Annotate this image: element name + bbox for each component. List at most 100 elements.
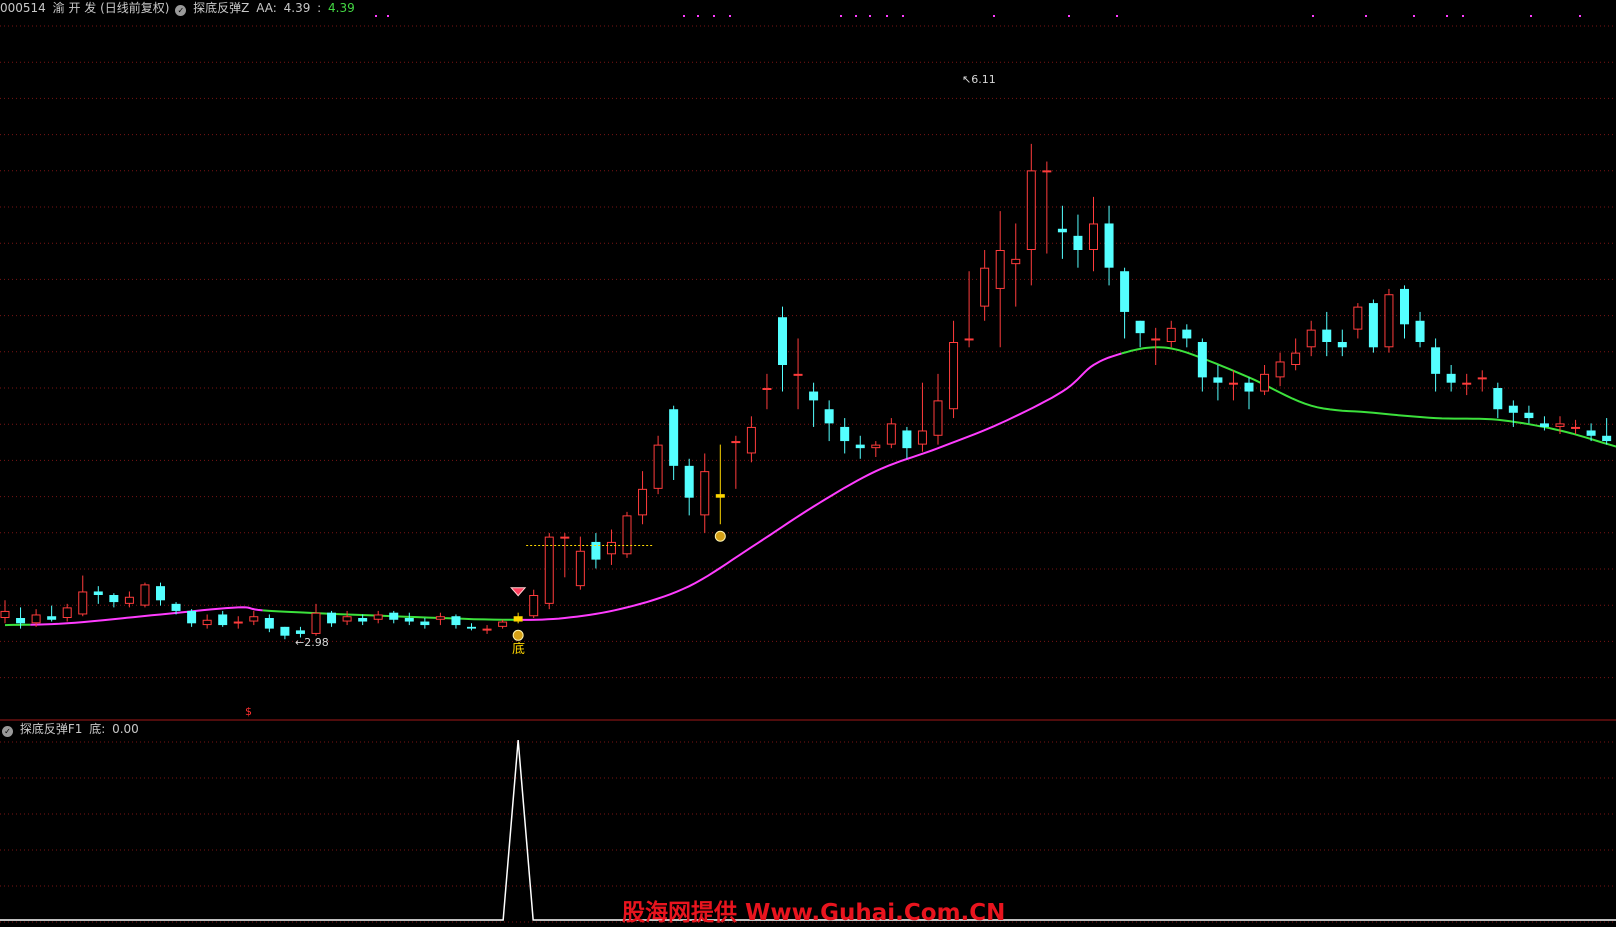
candle[interactable] <box>218 611 227 627</box>
candle[interactable] <box>1369 300 1378 353</box>
sub-indicator-name[interactable]: 探底反弹F1 <box>20 721 83 737</box>
candle[interactable] <box>1478 370 1486 391</box>
candle[interactable] <box>1058 206 1067 259</box>
candle[interactable] <box>203 614 211 628</box>
candle[interactable] <box>1229 370 1237 400</box>
candle[interactable] <box>327 611 336 627</box>
candle[interactable] <box>1307 321 1315 356</box>
candle[interactable] <box>1322 312 1331 356</box>
candle[interactable] <box>436 613 444 625</box>
candle[interactable] <box>996 211 1004 347</box>
candle[interactable] <box>1182 324 1191 347</box>
candle[interactable] <box>1602 418 1611 445</box>
candle[interactable] <box>374 611 382 623</box>
candle[interactable] <box>654 436 662 494</box>
candle[interactable] <box>1385 289 1393 353</box>
candle[interactable] <box>902 427 911 459</box>
candle[interactable] <box>405 613 414 625</box>
candle[interactable] <box>794 338 802 409</box>
candle[interactable] <box>187 609 196 627</box>
candle[interactable] <box>94 586 103 604</box>
candle[interactable] <box>1292 338 1300 370</box>
candle[interactable] <box>701 453 709 533</box>
candle[interactable] <box>918 383 926 452</box>
candle[interactable] <box>981 250 989 321</box>
candle[interactable] <box>467 623 476 630</box>
candle[interactable] <box>250 611 258 625</box>
candle[interactable] <box>451 614 460 628</box>
candle[interactable] <box>778 307 787 392</box>
candle[interactable] <box>1261 365 1269 395</box>
candle[interactable] <box>1043 162 1051 254</box>
candle[interactable] <box>685 459 694 516</box>
candle-body <box>436 617 444 620</box>
candle[interactable] <box>591 533 600 568</box>
indicator-toggle-icon[interactable]: ✓ <box>175 5 186 16</box>
candle[interactable] <box>343 611 351 625</box>
candle[interactable] <box>1400 285 1409 338</box>
candle[interactable] <box>420 618 429 629</box>
price-mode[interactable]: (日线前复权) <box>100 0 169 16</box>
candle[interactable] <box>934 374 942 445</box>
candle[interactable] <box>809 383 818 427</box>
candle[interactable] <box>1338 330 1347 357</box>
candle[interactable] <box>156 583 165 606</box>
candle[interactable] <box>669 406 678 480</box>
candle[interactable] <box>1572 420 1580 434</box>
candle[interactable] <box>389 611 398 623</box>
candle[interactable] <box>280 627 289 639</box>
candle[interactable] <box>856 436 865 459</box>
candle[interactable] <box>840 418 849 453</box>
candle[interactable] <box>499 620 507 629</box>
candle[interactable] <box>1416 312 1425 347</box>
candle[interactable] <box>514 613 523 624</box>
candle[interactable] <box>141 583 149 608</box>
candlesticks[interactable] <box>1 144 1616 639</box>
candle[interactable] <box>79 576 87 617</box>
candle[interactable] <box>1 600 9 623</box>
candle[interactable] <box>732 436 740 489</box>
candle[interactable] <box>1431 338 1440 391</box>
candle[interactable] <box>1167 321 1175 348</box>
candle[interactable] <box>234 616 242 628</box>
candle[interactable] <box>1493 383 1502 418</box>
candle[interactable] <box>607 530 615 565</box>
candle[interactable] <box>1463 374 1471 395</box>
candle[interactable] <box>1524 406 1533 424</box>
candle-body <box>856 445 865 449</box>
candle-body <box>1261 374 1269 391</box>
candle[interactable] <box>1105 206 1114 286</box>
candle[interactable] <box>716 445 725 525</box>
candle[interactable] <box>623 512 631 558</box>
candle[interactable] <box>872 441 880 457</box>
candle[interactable] <box>639 471 647 524</box>
candle[interactable] <box>825 400 834 441</box>
candle[interactable] <box>1120 268 1129 339</box>
candle[interactable] <box>47 606 56 622</box>
candle[interactable] <box>763 374 771 409</box>
indicator-name[interactable]: 探底反弹Z <box>193 0 249 16</box>
candle[interactable] <box>483 625 491 634</box>
candle[interactable] <box>63 604 71 622</box>
candle[interactable] <box>530 590 538 618</box>
sub-indicator-toggle-icon[interactable]: ✓ <box>2 726 13 737</box>
candle[interactable] <box>1198 338 1207 391</box>
candle[interactable] <box>1027 144 1035 286</box>
candle[interactable] <box>265 614 274 632</box>
candle[interactable] <box>1213 365 1222 400</box>
candle[interactable] <box>950 321 958 418</box>
candle[interactable] <box>561 533 569 577</box>
candle[interactable] <box>1012 223 1020 306</box>
candle[interactable] <box>887 418 895 448</box>
candle[interactable] <box>1276 353 1284 387</box>
candle[interactable] <box>545 533 553 609</box>
candle[interactable] <box>312 604 320 636</box>
candle[interactable] <box>1073 215 1082 268</box>
candle[interactable] <box>1136 321 1145 348</box>
candle[interactable] <box>965 271 973 347</box>
candle[interactable] <box>747 416 755 462</box>
candle[interactable] <box>1090 197 1098 271</box>
candle[interactable] <box>1245 377 1254 409</box>
candle[interactable] <box>1354 303 1362 338</box>
candle[interactable] <box>576 537 584 590</box>
